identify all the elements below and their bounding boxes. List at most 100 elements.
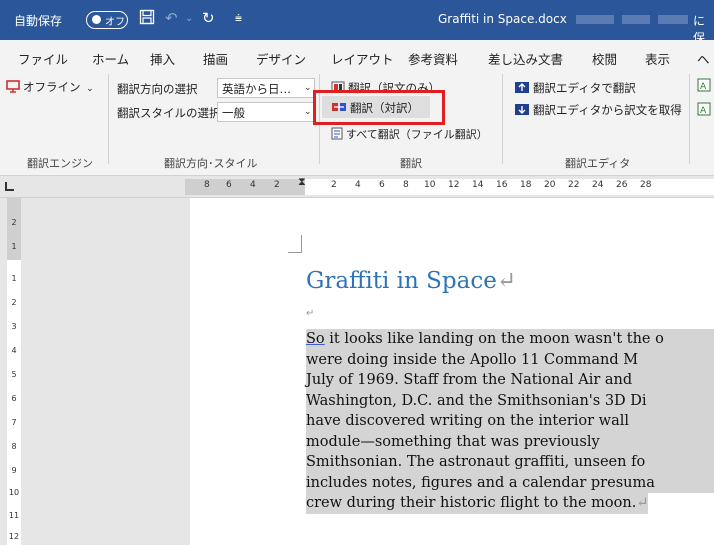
paragraph-mark-icon: ↵ (636, 495, 649, 511)
vruler-number: 12 (8, 532, 20, 541)
group-label-engine: 翻訳エンジン (27, 157, 93, 170)
ruler-number: 26 (616, 180, 628, 190)
vertical-ruler[interactable]: 2 1 1 2 3 4 5 6 7 8 9 10 11 12 (0, 198, 24, 545)
vruler-number: 2 (11, 298, 17, 307)
body-line: crew during their historic flight to the… (306, 493, 649, 514)
svg-text:A: A (700, 106, 707, 116)
body-line-text: crew during their historic flight to the… (306, 495, 637, 511)
ruler-number: 6 (379, 180, 385, 190)
heading-text: Graffiti in Space (306, 268, 497, 294)
editor-translate-label: 翻訳エディタで翻訳 (533, 81, 636, 95)
editor-get-icon (514, 103, 530, 119)
group-label-translate: 翻訳 (400, 157, 422, 170)
tab-home[interactable]: ホーム (92, 49, 129, 68)
redacted-text (576, 15, 614, 24)
ribbon: オフライン ⌄ 翻訳エンジン 翻訳方向の選択 英語から日… ⌄ 翻訳スタイルの選… (0, 70, 714, 176)
document-body[interactable]: So it looks like landing on the moon was… (306, 329, 714, 514)
body-line: includes notes, figures and a calendar p… (306, 472, 714, 493)
redacted-text (658, 15, 688, 24)
vruler-number: 9 (11, 466, 17, 475)
ruler-number: 16 (496, 180, 508, 190)
tab-stop-selector[interactable] (5, 182, 14, 191)
body-line: were doing inside the Apollo 11 Command … (306, 349, 714, 370)
file-translate-icon (331, 127, 343, 143)
document-page[interactable]: Graffiti in Space↵ ↵ So it looks like la… (190, 198, 714, 545)
undo-dropdown-icon[interactable]: ⌄ (185, 13, 193, 24)
ruler-text-area (305, 179, 714, 195)
body-line: So it looks like landing on the moon was… (306, 329, 714, 350)
tab-insert[interactable]: 挿入 (150, 49, 175, 68)
ribbon-tabs: ファイル ホーム 挿入 描画 デザイン レイアウト 参考資料 差し込み文書 校閲… (0, 40, 714, 70)
horizontal-ruler[interactable]: 8 6 4 2 ⧗ 2 4 6 8 10 12 14 16 18 20 22 2… (0, 175, 714, 198)
style-label: 翻訳スタイルの選択 (117, 106, 221, 120)
direction-select[interactable]: 英語から日… (217, 78, 315, 98)
undo-icon[interactable]: ↶ (165, 9, 178, 27)
body-line: have discovered writing on the interior … (306, 411, 714, 432)
autosave-label: 自動保存 (14, 14, 63, 28)
ruler-number: 8 (403, 180, 409, 190)
document-heading[interactable]: Graffiti in Space↵ (306, 268, 516, 294)
tab-file[interactable]: ファイル (18, 49, 68, 68)
extra-tool-icon[interactable]: A (697, 78, 711, 95)
direction-label: 翻訳方向の選択 (117, 82, 198, 96)
ruler-number: 18 (520, 180, 532, 190)
ruler-number: 10 (424, 180, 436, 190)
tab-layout[interactable]: レイアウト (331, 49, 394, 68)
title-bar: 自動保存 オフ ↶ ⌄ ↻ ⩧ Graffiti in Space.docx に… (0, 0, 714, 45)
save-icon[interactable] (139, 9, 155, 29)
redo-icon[interactable]: ↻ (202, 9, 215, 27)
group-separator (689, 74, 690, 164)
ruler-number: 24 (592, 180, 604, 190)
translate-all-button[interactable]: すべて翻訳（ファイル翻訳） (331, 126, 488, 143)
style-select[interactable]: 一般 (217, 102, 315, 122)
translate-all-label: すべて翻訳（ファイル翻訳） (346, 128, 488, 141)
tab-help[interactable]: ヘ (697, 49, 710, 68)
editor-get-label: 翻訳エディタから訳文を取得 (533, 103, 682, 117)
body-line: Smithsonian. The astronaut graffiti, uns… (306, 452, 714, 473)
chevron-down-icon: ⌄ (86, 84, 94, 94)
vruler-number: 4 (11, 346, 17, 355)
autosave-state: オフ (105, 17, 125, 28)
svg-text:A: A (700, 82, 707, 92)
vruler-number: 5 (11, 370, 17, 379)
ruler-number: 28 (640, 180, 652, 190)
editor-get-button[interactable]: 翻訳エディタから訳文を取得 (514, 102, 682, 119)
ruler-number: 2 (274, 180, 280, 190)
vruler-number: 6 (11, 394, 17, 403)
vruler-number: 10 (8, 488, 20, 497)
group-label-direction: 翻訳方向･スタイル (164, 157, 258, 170)
tab-review[interactable]: 校閲 (592, 49, 617, 68)
ruler-number: 22 (568, 180, 580, 190)
vruler-number: 11 (8, 511, 20, 520)
extra-tool-icon[interactable]: A (697, 102, 711, 119)
ruler-number: 2 (331, 180, 337, 190)
body-line: July of 1969. Staff from the National Ai… (306, 370, 714, 391)
tab-mailings[interactable]: 差し込み文書 (488, 49, 563, 68)
ruler-number: 8 (204, 180, 210, 190)
chevron-down-icon: ⌄ (304, 107, 312, 117)
tab-draw[interactable]: 描画 (203, 49, 228, 68)
vruler-number: 3 (11, 322, 17, 331)
group-label-editor: 翻訳エディタ (565, 157, 631, 170)
tab-references[interactable]: 参考資料 (408, 49, 458, 68)
vruler-number: 1 (11, 274, 17, 283)
ruler-number: 12 (448, 180, 460, 190)
ruler-number: 14 (472, 180, 484, 190)
vruler-number: 8 (11, 442, 17, 451)
ruler-margin (185, 179, 305, 195)
customize-toolbar-icon[interactable]: ⩧ (235, 11, 242, 26)
autosave-toggle[interactable]: オフ (86, 11, 128, 29)
editor-translate-button[interactable]: 翻訳エディタで翻訳 (514, 80, 636, 97)
redacted-text (622, 15, 650, 24)
tab-view[interactable]: 表示 (645, 49, 670, 68)
group-separator (502, 74, 503, 164)
indent-marker-icon[interactable]: ⧗ (298, 175, 306, 189)
ruler-number: 6 (226, 180, 232, 190)
offline-button[interactable]: オフライン ⌄ (6, 79, 94, 96)
body-line: module—something that was previously (306, 431, 714, 452)
highlight-box (313, 90, 445, 125)
tab-design[interactable]: デザイン (256, 49, 306, 68)
paragraph-mark-icon: ↵ (496, 268, 517, 294)
document-title: Graffiti in Space.docx (438, 12, 567, 26)
ruler-number: 4 (355, 180, 361, 190)
